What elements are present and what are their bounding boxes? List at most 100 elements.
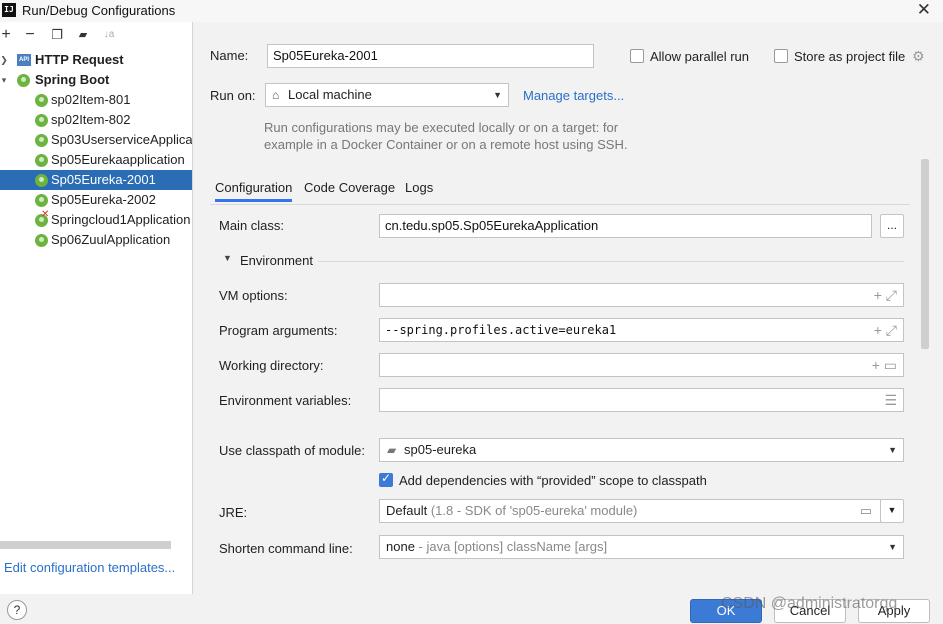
module-folder-icon: ▰ — [387, 443, 397, 457]
add-dependencies-checkbox[interactable] — [379, 471, 393, 487]
configurations-sidebar: + − ❐ ▰ ↓a ❯ API HTTP Request ▾ Spring B… — [0, 22, 193, 594]
program-args-label: Program arguments: — [219, 323, 338, 338]
store-project-label: Store as project file — [794, 49, 906, 64]
spring-boot-icon — [35, 234, 48, 247]
gear-icon[interactable]: ⚙ — [912, 48, 925, 65]
tree-item-sp05eureka-2001[interactable]: Sp05Eureka-2001 — [0, 170, 192, 190]
vm-options-input[interactable]: + ⤢ — [379, 283, 904, 307]
tree-item-label: sp02Item-801 — [51, 92, 131, 107]
browse-main-class-button[interactable]: ... — [880, 214, 904, 238]
list-edit-icon[interactable]: ☰ — [884, 389, 897, 411]
manage-targets-link[interactable]: Manage targets... — [523, 88, 624, 103]
classpath-module-dropdown[interactable]: ▰ sp05-eureka ▼ — [379, 438, 904, 462]
tab-code-coverage[interactable]: Code Coverage — [304, 180, 395, 202]
api-icon: API — [17, 54, 31, 66]
configuration-tree: ❯ API HTTP Request ▾ Spring Boot sp02Ite… — [0, 50, 193, 250]
tree-item-label: Sp05Eureka-2001 — [51, 172, 156, 187]
jre-dropdown[interactable]: Default (1.8 - SDK of 'sp05-eureka' modu… — [379, 499, 881, 523]
remove-icon[interactable]: − — [21, 25, 39, 45]
horizontal-scrollbar[interactable] — [0, 541, 171, 549]
ok-button[interactable]: OK — [690, 599, 762, 623]
edit-templates-link[interactable]: Edit configuration templates... — [4, 560, 175, 575]
main-class-label: Main class: — [219, 218, 285, 233]
title-bar: IJ Run/Debug Configurations ✕ — [0, 0, 943, 22]
vertical-scrollbar[interactable] — [921, 159, 929, 349]
spring-boot-icon — [35, 134, 48, 147]
spring-boot-icon — [35, 194, 48, 207]
tree-item-sp02item-802[interactable]: sp02Item-802 — [0, 110, 192, 130]
sort-icon[interactable]: ↓a — [100, 25, 118, 45]
working-dir-input[interactable]: + ▭ — [379, 353, 904, 377]
tree-item-label: Sp03UserserviceApplication — [51, 132, 193, 147]
folder-browse-icon[interactable]: + ▭ — [872, 354, 897, 376]
classpath-value: sp05-eureka — [404, 442, 477, 457]
run-on-dropdown[interactable]: ⌂ Local machine ▼ — [265, 83, 509, 107]
tree-node-http-request[interactable]: ❯ API HTTP Request — [0, 50, 192, 70]
tab-configuration[interactable]: Configuration — [215, 180, 293, 202]
configuration-editor: Name: Sp05Eureka-2001 Allow parallel run… — [194, 22, 943, 596]
chevron-down-icon[interactable]: ▼ — [223, 253, 232, 263]
window-title: Run/Debug Configurations — [22, 3, 176, 18]
spring-boot-icon — [17, 74, 30, 87]
name-label: Name: — [210, 48, 249, 63]
tree-item-label: Sp05Eurekaapplication — [51, 152, 185, 167]
jre-dropdown-toggle[interactable]: ▼ — [880, 499, 904, 523]
program-args-input[interactable]: --spring.profiles.active=eureka1 + ⤢ — [379, 318, 904, 342]
tree-item-springcloud1[interactable]: ✕ Springcloud1Application — [0, 209, 192, 230]
expand-icon[interactable]: + ⤢ — [874, 319, 897, 341]
chevron-right-icon[interactable]: ❯ — [0, 50, 9, 70]
shorten-cmd-label: Shorten command line: — [219, 541, 353, 556]
run-on-hint-line1: Run configurations may be executed local… — [264, 120, 619, 135]
tree-item-sp05eureka-2002[interactable]: Sp05Eureka-2002 — [0, 190, 192, 210]
add-dependencies-label: Add dependencies with “provided” scope t… — [399, 473, 707, 488]
tree-item-label: Sp06ZuulApplication — [51, 232, 171, 247]
tree-item-label: Springcloud1Application — [51, 212, 191, 227]
shorten-cmd-hint: - java [options] className [args] — [418, 539, 608, 554]
tree-node-label: HTTP Request — [35, 52, 124, 67]
folder-browse-icon[interactable]: ▭ — [860, 500, 872, 522]
chevron-down-icon[interactable]: ▾ — [0, 70, 9, 90]
jre-label: JRE: — [219, 505, 248, 520]
program-args-value: --spring.profiles.active=eureka1 — [385, 323, 617, 337]
close-icon[interactable]: ✕ — [917, 1, 931, 19]
tree-item-label: Sp05Eureka-2002 — [51, 192, 156, 207]
tree-item-sp05eurekaapplication[interactable]: Sp05Eurekaapplication — [0, 150, 192, 170]
error-icon: ✕ — [41, 209, 50, 220]
chevron-down-icon: ▼ — [888, 542, 897, 552]
apply-button[interactable]: Apply — [858, 599, 930, 623]
shorten-cmd-value: none — [386, 539, 415, 554]
allow-parallel-checkbox[interactable] — [630, 49, 644, 63]
main-class-input[interactable]: cn.tedu.sp05.Sp05EurekaApplication — [379, 214, 872, 238]
chevron-down-icon: ▼ — [888, 445, 897, 455]
environment-header: Environment — [240, 253, 313, 268]
name-input[interactable]: Sp05Eureka-2001 — [267, 44, 594, 68]
tree-node-spring-boot[interactable]: ▾ Spring Boot — [0, 70, 192, 90]
spring-boot-icon — [35, 154, 48, 167]
spring-boot-icon — [35, 114, 48, 127]
expand-icon[interactable]: + ⤢ — [874, 284, 897, 306]
tree-node-label: Spring Boot — [35, 72, 110, 87]
add-icon[interactable]: + — [0, 25, 15, 45]
help-button[interactable]: ? — [7, 600, 27, 620]
sidebar-toolbar: + − ❐ ▰ ↓a — [0, 22, 192, 50]
store-project-checkbox[interactable] — [774, 49, 788, 63]
tab-logs[interactable]: Logs — [405, 180, 433, 202]
dialog-footer: ? OK Cancel Apply — [0, 594, 943, 624]
env-vars-label: Environment variables: — [219, 393, 352, 408]
vm-options-label: VM options: — [219, 288, 288, 303]
tree-item-sp06zuul[interactable]: Sp06ZuulApplication — [0, 230, 192, 250]
shorten-cmd-dropdown[interactable]: none - java [options] className [args] ▼ — [379, 535, 904, 559]
spring-boot-icon — [35, 174, 48, 187]
tree-item-sp03userservice[interactable]: Sp03UserserviceApplication — [0, 130, 193, 150]
cancel-button[interactable]: Cancel — [774, 599, 846, 623]
jre-value: Default — [386, 503, 428, 518]
intellij-logo-icon: IJ — [2, 3, 16, 17]
run-on-label: Run on: — [210, 88, 256, 103]
env-vars-input[interactable]: ☰ — [379, 388, 904, 412]
classpath-label: Use classpath of module: — [219, 443, 365, 458]
copy-icon[interactable]: ❐ — [48, 25, 66, 45]
tree-item-sp02item-801[interactable]: sp02Item-801 — [0, 90, 192, 110]
working-dir-label: Working directory: — [219, 358, 324, 373]
folder-icon[interactable]: ▰ — [74, 25, 92, 45]
chevron-down-icon: ▼ — [493, 90, 502, 100]
